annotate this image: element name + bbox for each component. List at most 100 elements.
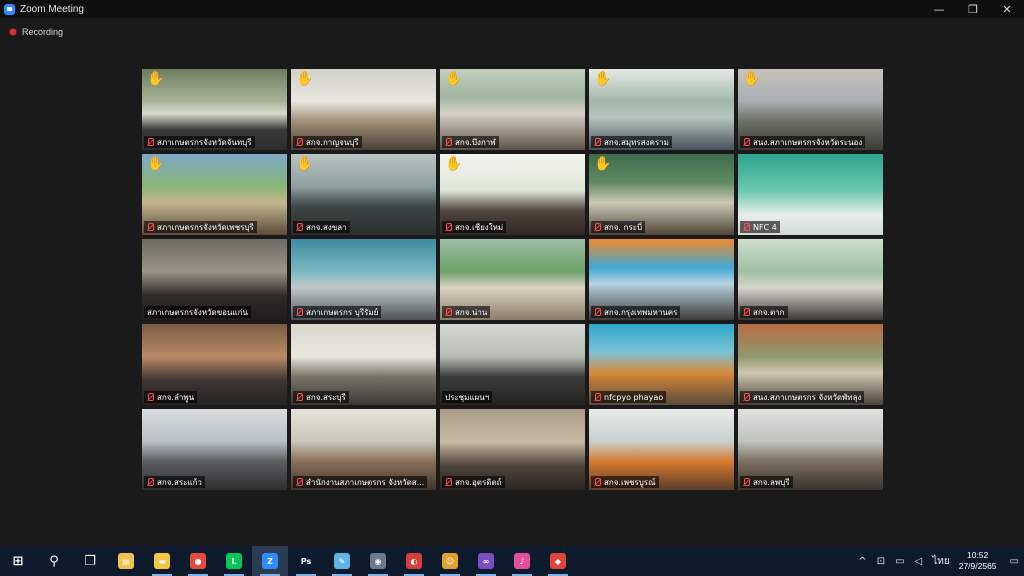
participant-name: สกจ. กระบี่: [604, 222, 643, 232]
participant-name-bar: สกจ. กระบี่: [591, 221, 646, 233]
participant-tile[interactable]: สำนักงานสภาเกษตรกร จังหวัดส...: [291, 409, 436, 490]
file-explorer-icon: ▬: [154, 553, 170, 569]
participant-name: สกจ.เชียงใหม่: [455, 222, 504, 232]
participant-tile[interactable]: สกจ.สระแก้ว: [142, 409, 287, 490]
participant-name-bar: สกจ.ลำพูน: [144, 391, 198, 403]
participant-tile[interactable]: สนง.สภาเกษตรกร จังหวัดพัทลุง: [738, 324, 883, 405]
battery-icon[interactable]: ▭: [895, 556, 904, 567]
participant-tile[interactable]: ✋ สภาเกษตรกรจังหวัดเพชรบุรี: [142, 154, 287, 235]
line-icon: L: [226, 553, 242, 569]
windows-start-taskbar-button[interactable]: ⊞: [0, 546, 36, 576]
participant-name-bar: ประชุมแผนฯ: [442, 391, 493, 403]
line-taskbar-button[interactable]: L: [216, 546, 252, 576]
muted-mic-icon: [743, 392, 750, 402]
show-hidden-icons-icon[interactable]: ^: [858, 556, 866, 567]
photoshop-taskbar-button[interactable]: Ps: [288, 546, 324, 576]
participant-name: สภาเกษตรกรจังหวัดขอนแก่น: [147, 307, 248, 317]
task-view-taskbar-button[interactable]: ❐: [72, 546, 108, 576]
muted-mic-icon: [147, 392, 154, 402]
muted-mic-icon: [147, 137, 154, 147]
anydesk-taskbar-button[interactable]: ◆: [540, 546, 576, 576]
close-button[interactable]: ✕: [990, 0, 1024, 18]
restore-button[interactable]: ❐: [956, 0, 990, 18]
participant-tile[interactable]: ✋ สนง.สภาเกษตรกรจังหวัดระนอง: [738, 69, 883, 150]
zoom-taskbar-button[interactable]: Z: [252, 546, 288, 576]
participant-tile[interactable]: ✋ สกจ.กาญจนบุรี: [291, 69, 436, 150]
participant-name: สภาเกษตรกรจังหวัดเพชรบุรี: [157, 222, 254, 232]
participant-name-bar: สกจ.บึงกาฬ: [442, 136, 499, 148]
notes-icon: ✎: [334, 553, 350, 569]
zoom-app-icon: [4, 3, 15, 15]
participant-tile[interactable]: สภาเกษตรกรจังหวัดขอนแก่น: [142, 239, 287, 320]
recording-indicator[interactable]: Recording: [9, 27, 63, 37]
minimize-button[interactable]: —: [922, 0, 956, 18]
participant-tile[interactable]: สกจ.น่าน: [440, 239, 585, 320]
visual-studio-taskbar-button[interactable]: ∞: [468, 546, 504, 576]
user-app-icon: ☺: [442, 553, 458, 569]
muted-mic-icon: [296, 307, 303, 317]
participant-tile[interactable]: สกจ.กรุงเทพมหานคร: [589, 239, 734, 320]
muted-mic-icon: [594, 477, 601, 487]
participant-tile[interactable]: สกจ.ลพบุรี: [738, 409, 883, 490]
participant-name-bar: สนง.สภาเกษตรกร จังหวัดพัทลุง: [740, 391, 865, 403]
anydesk-icon: ◆: [550, 553, 566, 569]
notification-center-icon[interactable]: ▭: [1010, 556, 1019, 567]
participant-tile[interactable]: ✋ สกจ.สมุทรสงคราม: [589, 69, 734, 150]
participant-tile[interactable]: ประชุมแผนฯ: [440, 324, 585, 405]
participant-name: สกจ.สระบุรี: [306, 392, 346, 402]
muted-mic-icon: [147, 477, 154, 487]
participant-tile[interactable]: ✋ สภาเกษตรกรจังหวัดจันทบุรี: [142, 69, 287, 150]
raise-hand-icon: ✋: [594, 71, 612, 87]
file-explorer-taskbar-button[interactable]: ▬: [144, 546, 180, 576]
participant-name: สนง.สภาเกษตรกร จังหวัดพัทลุง: [753, 392, 862, 402]
gallery-view: ✋ สภาเกษตรกรจังหวัดจันทบุรี ✋ สกจ.กาญจนบุรี…: [142, 69, 883, 493]
participant-name-bar: สกจ.ตาก: [740, 306, 788, 318]
camera-taskbar-button[interactable]: ◉: [360, 546, 396, 576]
zoom-icon: Z: [262, 553, 278, 569]
participant-tile[interactable]: สกจ.สระบุรี: [291, 324, 436, 405]
chrome-taskbar-button[interactable]: ●: [180, 546, 216, 576]
participant-tile[interactable]: ✋ สกจ.สงขลา: [291, 154, 436, 235]
participant-tile[interactable]: ✋ สกจ.เชียงใหม่: [440, 154, 585, 235]
muted-mic-icon: [594, 137, 601, 147]
network-icon[interactable]: ⊡: [877, 556, 885, 567]
paint-taskbar-button[interactable]: ◐: [396, 546, 432, 576]
clock-time: 10:52: [966, 550, 989, 560]
input-language[interactable]: ไทย: [932, 554, 949, 569]
muted-mic-icon: [743, 222, 750, 232]
volume-icon[interactable]: ◁: [915, 556, 923, 567]
explorer-pin-taskbar-button[interactable]: ▤: [108, 546, 144, 576]
participant-tile[interactable]: nfcpyo phayao: [589, 324, 734, 405]
raise-hand-icon: ✋: [594, 156, 612, 172]
participant-tile[interactable]: NFC 4: [738, 154, 883, 235]
participant-name-bar: NFC 4: [740, 221, 780, 233]
participant-name: สำนักงานสภาเกษตรกร จังหวัดส...: [306, 477, 425, 487]
participant-name: สกจ.สงขลา: [306, 222, 347, 232]
muted-mic-icon: [296, 392, 303, 402]
notes-taskbar-button[interactable]: ✎: [324, 546, 360, 576]
system-tray: ^ ⊡ ▭ ◁ ไทย 10:52 27/9/2565 ▭: [853, 546, 1024, 576]
participant-tile[interactable]: สกจ.ตาก: [738, 239, 883, 320]
itunes-taskbar-button[interactable]: ♪: [504, 546, 540, 576]
clock[interactable]: 10:52 27/9/2565: [959, 550, 997, 572]
user-app-taskbar-button[interactable]: ☺: [432, 546, 468, 576]
participant-tile[interactable]: ✋ สกจ.บึงกาฬ: [440, 69, 585, 150]
search-taskbar-button[interactable]: ⚲: [36, 546, 72, 576]
raise-hand-icon: ✋: [296, 71, 314, 87]
participant-tile[interactable]: ✋ สกจ. กระบี่: [589, 154, 734, 235]
participant-tile[interactable]: สกจ.เพชรบูรณ์: [589, 409, 734, 490]
participant-name: ประชุมแผนฯ: [445, 392, 490, 402]
participant-tile[interactable]: สกจ.ลำพูน: [142, 324, 287, 405]
participant-name: สกจ.สมุทรสงคราม: [604, 137, 669, 147]
participant-name: สกจ.บึงกาฬ: [455, 137, 496, 147]
raise-hand-icon: ✋: [296, 156, 314, 172]
participant-name: สภาเกษตรกร บุรีรัมย์: [306, 307, 379, 317]
participant-tile[interactable]: สภาเกษตรกร บุรีรัมย์: [291, 239, 436, 320]
chrome-icon: ●: [190, 553, 206, 569]
participant-name-bar: สกจ.อุตรดิตถ์: [442, 476, 505, 488]
windows-start-icon: ⊞: [12, 553, 24, 569]
participant-name-bar: สกจ.กรุงเทพมหานคร: [591, 306, 681, 318]
participant-name: NFC 4: [753, 222, 777, 232]
taskbar-apps: ⊞ ⚲ ❐ ▤ ▬ ● L Z Ps ✎ ◉ ◐ ☺ ∞ ♪ ◆: [0, 546, 576, 576]
participant-tile[interactable]: สกจ.อุตรดิตถ์: [440, 409, 585, 490]
